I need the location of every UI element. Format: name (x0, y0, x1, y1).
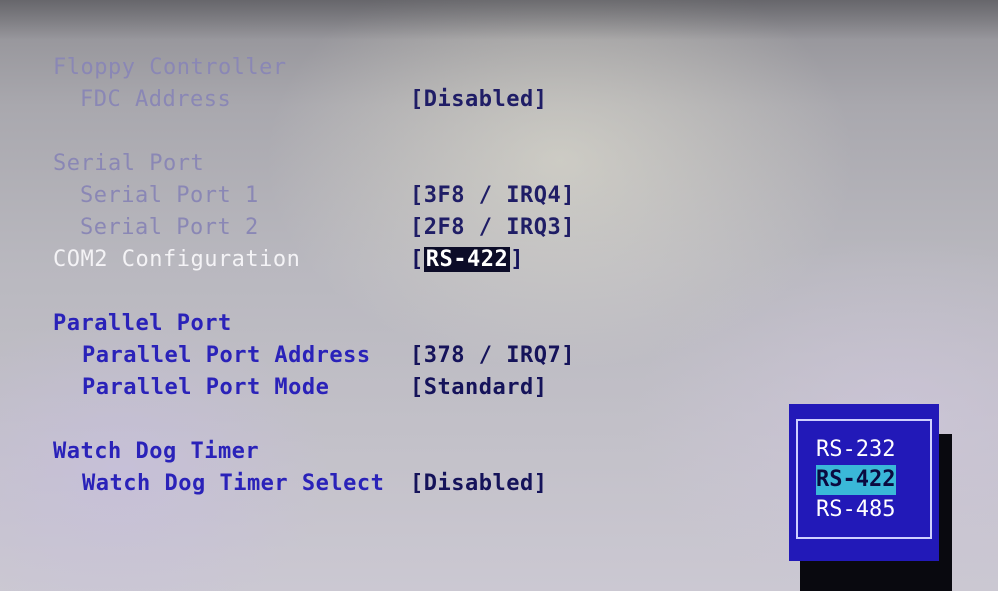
serial-port-heading: Serial Port (53, 151, 205, 176)
parallel-port-address-label[interactable]: Parallel Port Address (82, 340, 371, 372)
popup-option-rs485[interactable]: RS-485 (798, 495, 930, 525)
parallel-port-heading: Parallel Port (53, 311, 232, 336)
watch-dog-timer-select-label[interactable]: Watch Dog Timer Select (82, 468, 384, 500)
parallel-port-address-value[interactable]: [378 / IRQ7] (410, 340, 575, 372)
bios-screen: Floppy Controller FDC Address [Disabled]… (0, 0, 998, 591)
com2-options-popup: RS-232 RS-422 RS-485 (789, 404, 939, 561)
fdc-address-value: [Disabled] (410, 87, 548, 112)
serial-port-1-label: Serial Port 1 (80, 183, 259, 208)
com2-open-bracket: [ (410, 247, 424, 272)
parallel-port-mode-label[interactable]: Parallel Port Mode (82, 372, 329, 404)
parallel-port-mode-value[interactable]: [Standard] (410, 372, 547, 404)
com2-close-bracket: ] (510, 247, 524, 272)
popup-option-rs422[interactable]: RS-422 (816, 465, 896, 495)
fdc-address-label: FDC Address (80, 87, 232, 112)
com2-configuration-value[interactable]: [RS-422] (410, 244, 524, 276)
floppy-controller-heading: Floppy Controller (53, 55, 287, 80)
watch-dog-timer-select-value[interactable]: [Disabled] (410, 468, 547, 500)
com2-configuration-label[interactable]: COM2 Configuration (53, 244, 300, 276)
serial-port-2-label: Serial Port 2 (80, 215, 259, 240)
serial-port-1-value: [3F8 / IRQ4] (410, 183, 575, 208)
com2-selected-value[interactable]: RS-422 (423, 247, 511, 272)
watch-dog-timer-heading: Watch Dog Timer (53, 439, 260, 464)
popup-list: RS-232 RS-422 RS-485 (796, 419, 932, 539)
serial-port-2-value: [2F8 / IRQ3] (410, 215, 575, 240)
popup-option-rs232[interactable]: RS-232 (798, 435, 930, 465)
